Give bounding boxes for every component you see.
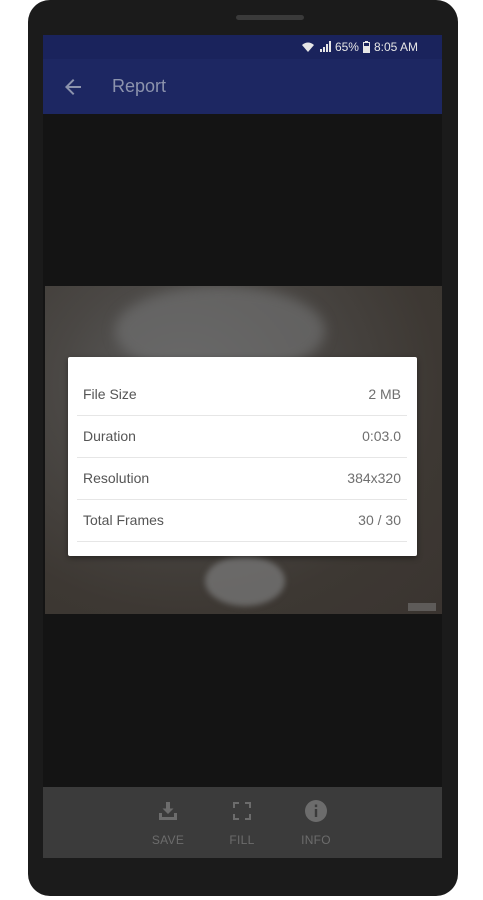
info-icon xyxy=(304,799,328,823)
bottom-action-bar: SAVE FILL INFO xyxy=(43,787,442,858)
info-label: INFO xyxy=(301,833,331,847)
fill-label: FILL xyxy=(229,833,255,847)
battery-percent: 65% xyxy=(334,40,359,54)
content-area: File Size 2 MB Duration 0:03.0 Resolutio… xyxy=(43,114,442,787)
battery-icon xyxy=(362,41,370,53)
info-value: 0:03.0 xyxy=(362,428,401,444)
info-label: Resolution xyxy=(83,470,150,486)
info-row-duration: Duration 0:03.0 xyxy=(77,415,407,458)
status-icons: 65% 8:05 AM xyxy=(301,40,418,54)
arrow-back-icon[interactable] xyxy=(61,75,85,99)
phone-speaker xyxy=(236,15,304,20)
signal-icon xyxy=(319,41,331,53)
save-button[interactable]: SAVE xyxy=(138,787,198,858)
preview-paw xyxy=(205,556,285,606)
wifi-icon xyxy=(301,41,315,53)
fill-button[interactable]: FILL xyxy=(212,787,272,858)
info-label: Total Frames xyxy=(83,512,164,528)
screen: 65% 8:05 AM Report File Size 2 MB Durati… xyxy=(43,35,442,858)
info-row-total-frames: Total Frames 30 / 30 xyxy=(77,499,407,542)
info-label: File Size xyxy=(83,386,137,402)
fill-icon xyxy=(230,799,254,823)
info-button[interactable]: INFO xyxy=(286,787,346,858)
save-label: SAVE xyxy=(151,833,185,847)
info-value: 2 MB xyxy=(368,386,401,402)
preview-watermark xyxy=(408,603,436,611)
info-value: 384x320 xyxy=(347,470,401,486)
info-value: 30 / 30 xyxy=(358,512,401,528)
info-label: Duration xyxy=(83,428,136,444)
info-row-file-size: File Size 2 MB xyxy=(77,373,407,416)
app-bar: Report xyxy=(43,59,442,114)
page-title: Report xyxy=(112,76,167,96)
info-row-resolution: Resolution 384x320 xyxy=(77,457,407,500)
report-info-card: File Size 2 MB Duration 0:03.0 Resolutio… xyxy=(68,357,417,556)
status-time: 8:05 AM xyxy=(373,40,418,54)
save-icon xyxy=(156,799,180,823)
status-bar: 65% 8:05 AM xyxy=(43,35,442,59)
